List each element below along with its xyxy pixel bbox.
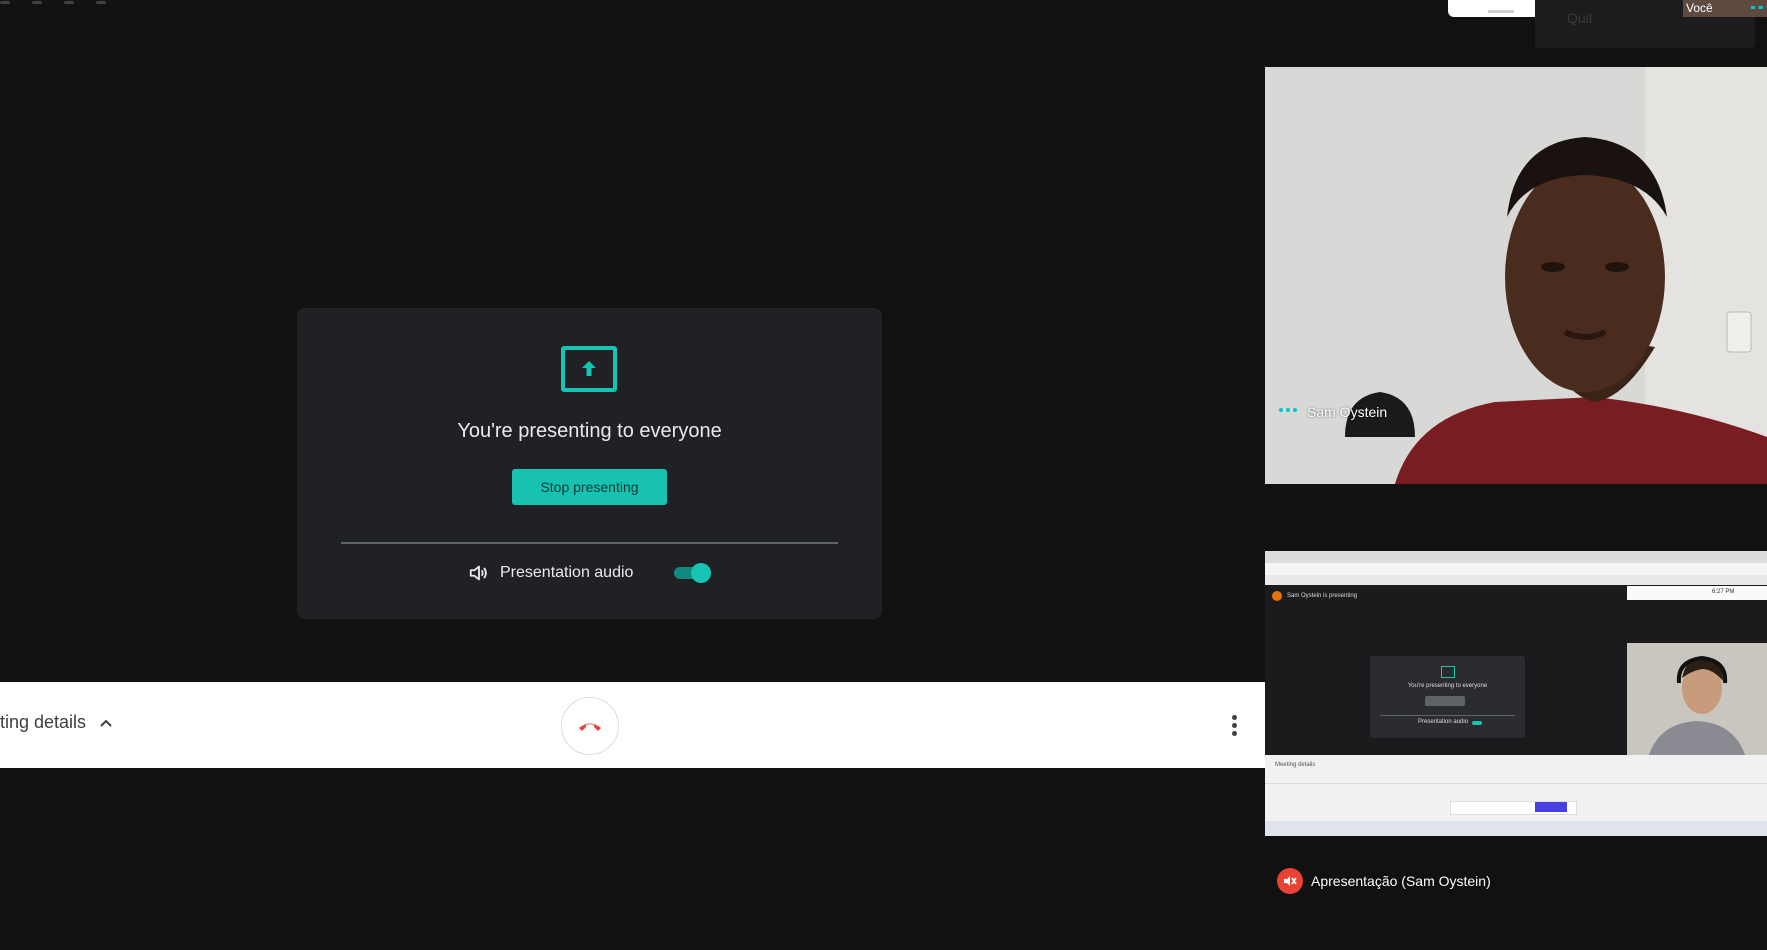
thumb-presenter-banner: Sam Oystein is presenting (1287, 593, 1358, 599)
thumb-audio-label: Presentation audio (1418, 719, 1469, 725)
thumb-meeting-details: Meeting details (1275, 762, 1316, 768)
thumb-audio-toggle (1472, 721, 1482, 725)
thumb-participant-video (1627, 643, 1767, 761)
thumb-presenting-card: You're presenting to everyone Presentati… (1370, 656, 1525, 738)
stop-presenting-button[interactable]: Stop presenting (512, 469, 667, 505)
hang-up-button[interactable] (561, 697, 619, 755)
more-options-button[interactable] (1226, 707, 1242, 743)
presentation-tile-name: Apresentação (Sam Oystein) (1311, 873, 1491, 889)
thumb-presenter-avatar (1272, 591, 1282, 601)
toggle-knob (691, 563, 711, 583)
quit-label[interactable]: Quit (1567, 10, 1593, 26)
thumb-browser-chrome (1265, 551, 1767, 585)
speaking-dots-icon (1751, 6, 1763, 12)
thumb-top-right-bar: 6:27 PM (1627, 586, 1767, 600)
call-controls-bar: ting details (0, 682, 1265, 768)
self-view-tile[interactable]: Você (1683, 0, 1767, 17)
participant-name: Sam Oystein (1307, 404, 1388, 420)
shared-screen-tile[interactable]: Sam Oystein is presenting 6:27 PM You're… (1265, 551, 1767, 836)
thumb-divider (1380, 715, 1515, 716)
presentation-audio-label: Presentation audio (500, 564, 634, 581)
presenting-title: You're presenting to everyone (457, 420, 722, 442)
presenting-card: You're presenting to everyone Stop prese… (297, 308, 882, 619)
muted-mic-icon (1277, 868, 1303, 894)
participant-name-row: Sam Oystein (1279, 404, 1387, 420)
thumb-card-title: You're presenting to everyone (1407, 683, 1488, 689)
meeting-details-toggle[interactable]: ting details (0, 712, 114, 733)
thumb-stop-button (1425, 696, 1465, 706)
thumb-present-icon (1441, 666, 1455, 678)
thumb-bottom-area: Meeting details (1265, 755, 1767, 836)
thumb-time: 6:27 PM (1712, 589, 1735, 595)
participant-video-frame (1265, 67, 1767, 484)
chevron-up-icon (100, 719, 112, 727)
speaking-dots-icon (1279, 408, 1297, 416)
more-vert-icon (1231, 714, 1237, 720)
meeting-details-label: ting details (0, 712, 87, 732)
presentation-audio-row: Presentation audio (468, 561, 633, 585)
speaker-icon (469, 565, 487, 581)
hang-up-icon (579, 723, 601, 731)
presentation-audio-toggle[interactable] (674, 562, 712, 584)
card-divider (341, 542, 838, 544)
presentation-tile-label: Apresentação (Sam Oystein) (1277, 868, 1491, 894)
present-screen-icon (561, 346, 617, 392)
self-view-name: Você (1686, 1, 1713, 15)
participant-video-tile[interactable]: Sam Oystein (1265, 67, 1767, 484)
top-left-title-fragment (0, 0, 160, 4)
